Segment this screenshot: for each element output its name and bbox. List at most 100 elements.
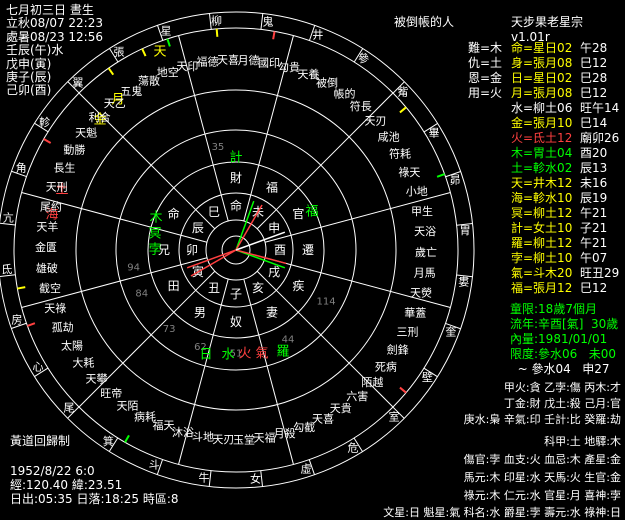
mansion-label: 斗 — [149, 458, 160, 471]
branch-label: 巳 — [208, 205, 220, 219]
star-glyph: 氣 — [255, 347, 268, 362]
star-annotation: 大耗 — [72, 356, 94, 370]
star-annotation: 天羊 — [36, 220, 58, 234]
mansion-label: 畢 — [429, 127, 440, 140]
mansion-label: 鬼 — [263, 15, 274, 29]
element-relation: 難=木 — [468, 41, 503, 55]
degree-number: 35 — [212, 142, 225, 153]
star-annotation: 長生 — [54, 161, 76, 175]
house-label: 福 — [266, 180, 278, 195]
branch-label: 申 — [268, 221, 280, 235]
mansion-label: 胃 — [460, 224, 471, 237]
star-annotation: 國印 — [258, 56, 280, 69]
planet-position-row: 計=女土10 — [511, 221, 573, 235]
planet-branch: 巳12 — [580, 56, 608, 70]
planet-position-row: 命=星日02 — [511, 41, 573, 55]
hour-pillar: 己卯(酉) — [6, 83, 52, 98]
star-annotation: 動勝 — [63, 143, 85, 157]
mansion-divider — [260, 470, 264, 487]
star-annotation: 小地 — [406, 185, 428, 198]
planet-branch: 辰19 — [580, 191, 608, 205]
house-label: 命 — [168, 206, 180, 221]
mansion-label: 女 — [250, 472, 261, 486]
mansion-label: 參 — [358, 51, 369, 65]
planet-position-row: 火=氐土12 — [511, 131, 573, 145]
star-annotation: 月德 — [238, 53, 260, 67]
star-annotation: 歲亡 — [415, 245, 437, 259]
branch-label: 丑 — [208, 281, 220, 295]
stem-god-row: 祿元:木 仁元:水 官星:月 喜神:孛 — [463, 489, 621, 502]
planet-position-row: 天=井木12 — [511, 176, 573, 190]
star-annotation: 雄破 — [36, 261, 58, 275]
star-annotation: 天喜 — [312, 412, 334, 425]
planet-position-row: 金=張月10 — [511, 116, 573, 130]
liu-nian: 流年:辛酉[氣] 30歲 — [510, 317, 619, 331]
planet-position-row: 孛=柳土10 — [511, 251, 573, 265]
star-annotation: 劍鋒 — [387, 342, 409, 356]
planet-tick — [27, 322, 36, 327]
branch-label: 命 — [230, 198, 242, 213]
mansion-label: 奎 — [445, 324, 456, 338]
branch-divider — [220, 278, 229, 306]
house-divider — [78, 289, 197, 408]
star-annotation: 截空 — [39, 281, 61, 295]
mansion-label: 心 — [32, 360, 43, 373]
star-glyph: 火 — [238, 347, 251, 362]
mansion-label: 星 — [161, 24, 172, 37]
planet-branch: 酉20 — [580, 146, 608, 160]
planet-tick — [43, 138, 52, 144]
star-annotation: 帳的 — [334, 87, 356, 101]
chart-title: 被倒帳的人 — [394, 15, 455, 29]
xian-du: 限度:參水06 未00 — [510, 347, 617, 361]
planet-tick — [141, 48, 147, 57]
planet-branch: 旺午14 — [580, 101, 620, 115]
planet-branch: 子21 — [580, 221, 608, 235]
star-annotation: 天浴 — [414, 225, 436, 238]
star-annotation: 孤劫 — [52, 321, 74, 334]
planet-position-row: 羅=柳土12 — [511, 236, 573, 250]
planet-branch: 午21 — [580, 236, 608, 250]
element-relation: 用=火 — [468, 86, 503, 100]
planet-tick — [166, 38, 171, 47]
mansion-label: 牛 — [198, 470, 209, 484]
branch-divider — [220, 194, 229, 222]
stem-god-row: 丁金:財 戊土:殺 己月:官 — [503, 397, 621, 410]
birth-datetime: 1952/8/22 6:0 — [10, 464, 95, 478]
planet-tick — [215, 28, 219, 37]
star-annotation: 沐浴 — [172, 426, 194, 439]
star-annotation: 甲生 — [411, 204, 433, 218]
branch-label: 酉 — [274, 243, 286, 257]
mansion-label: 張 — [114, 45, 125, 58]
app-version: 天步果老星宗 v1.01r — [511, 15, 584, 44]
house-label: 遷 — [302, 243, 314, 257]
degree-number: 94 — [127, 263, 140, 274]
star-glyph: 福 — [305, 205, 318, 220]
house-divider — [275, 92, 394, 211]
stem-god-row: 馬元:木 印星:水 天馬:火 生官:金 — [463, 471, 621, 484]
mansion-label: 亢 — [3, 210, 14, 224]
star-annotation: 尾約 — [40, 199, 62, 213]
planet-tick — [399, 386, 407, 394]
star-annotation: 陌越 — [361, 375, 383, 389]
planet-position-row: 水=柳土06 — [511, 101, 573, 115]
star-glyph: 孛 — [148, 242, 161, 258]
lunar-date: 七月初三日 晝生 — [6, 3, 94, 17]
stem-god-row: 甲火:貪 乙孛:傷 丙木:才 — [503, 381, 621, 394]
branch-label: 子 — [230, 287, 242, 301]
star-annotation: 月殺 — [274, 426, 296, 440]
element-relation: 仇=土 — [468, 56, 503, 70]
stem-god-row: 科甲:土 地驛:木 — [544, 435, 621, 448]
star-glyph: 羅 — [276, 345, 289, 360]
branch-label: 戌 — [268, 265, 280, 279]
planet-tick — [399, 106, 407, 114]
star-glyph: 木 — [149, 211, 162, 226]
house-label: 財 — [230, 170, 242, 185]
planet-tick — [436, 173, 445, 178]
branch-label: 辰 — [192, 221, 204, 235]
planet-position-row: 土=軫水02 — [511, 161, 573, 175]
mansion-label: 柳 — [211, 13, 222, 27]
stem-god-row: 文星:日 魁星:氣 科名:水 爵星:孛 壽元:水 祿神:日 — [383, 506, 621, 519]
planet-position-row: 月=張月08 — [511, 86, 573, 100]
star-annotation: 天喜 — [217, 54, 239, 67]
house-label: 疾 — [292, 278, 304, 293]
